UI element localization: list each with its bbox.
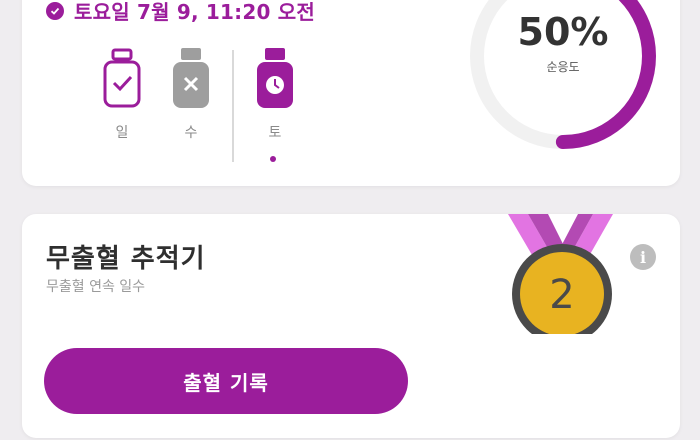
medal-icon: 2 [508,214,613,334]
compliance-label: 순응도 [546,60,580,74]
day-label: 일 [115,125,129,141]
pill-bottle-clock-icon [257,48,293,108]
tracker-title: 무출혈 추적기 [46,244,206,274]
bleed-free-tracker-card: 무출혈 추적기 무출혈 연속 일수 2 i 출혈 기록 [22,214,680,438]
today-divider [232,50,234,162]
day-saturday[interactable]: 토 [249,48,301,142]
tracker-subtitle: 무출혈 연속 일수 [46,279,146,295]
pill-bottle-check-icon [103,48,141,108]
pill-bottle-x-icon [173,48,209,108]
record-bleed-button[interactable]: 출혈 기록 [44,348,408,414]
info-icon[interactable]: i [630,244,656,270]
compliance-percent: 50% [517,10,609,54]
date-row: 토요일 7월 9, 11:20 오전 [46,0,315,25]
day-label: 토 [268,125,282,141]
day-label: 수 [184,125,198,141]
medal-value: 2 [549,272,574,318]
check-circle-icon [46,1,64,20]
today-indicator-dot [270,156,276,162]
day-wednesday[interactable]: 수 [165,48,217,142]
day-sunday[interactable]: 일 [96,48,148,142]
adherence-card: 토요일 7월 9, 11:20 오전 일 수 토 50% 순응도 [22,0,680,186]
date-text: 토요일 7월 9, 11:20 오전 [74,0,315,24]
